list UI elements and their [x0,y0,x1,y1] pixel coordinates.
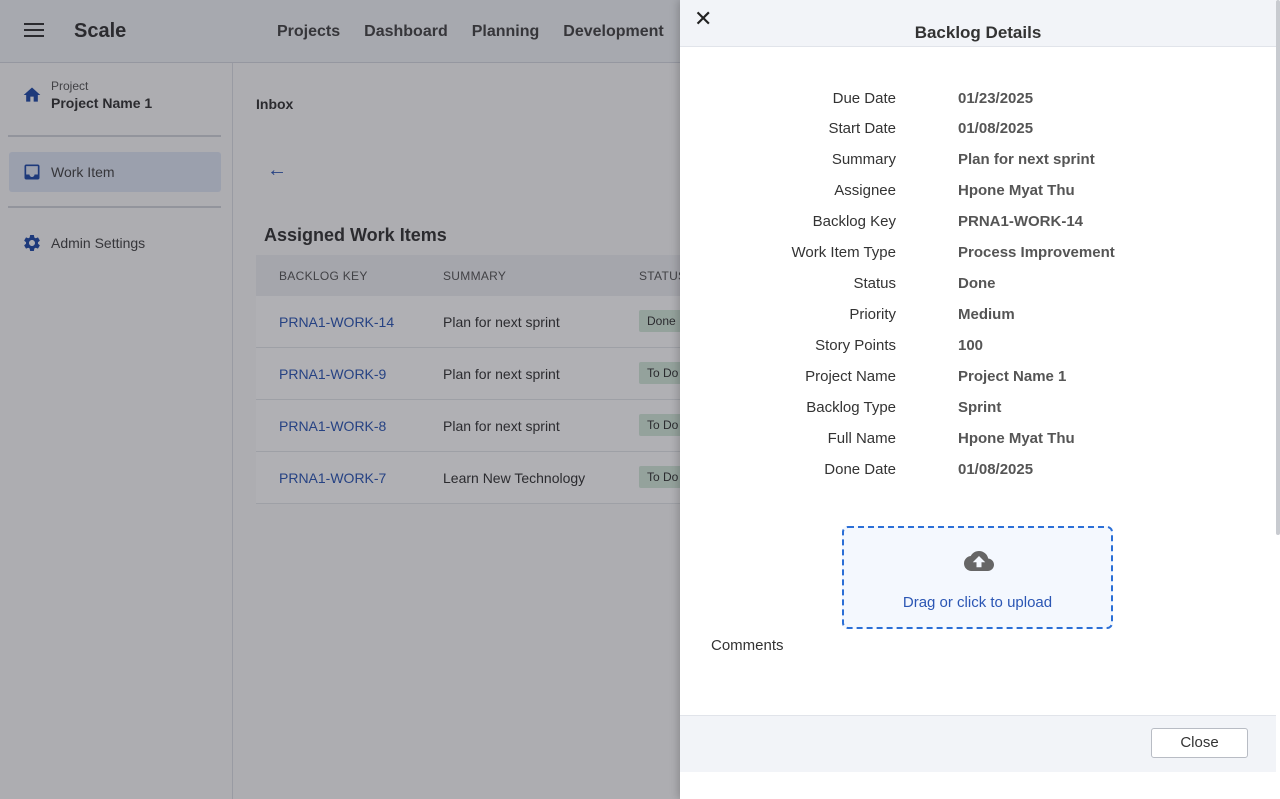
file-upload-dropzone[interactable]: Drag or click to upload [842,526,1113,629]
detail-value: Plan for next sprint [958,151,1095,168]
detail-row-assignee: Assignee Hpone Myat Thu [680,182,1276,206]
detail-value: 01/08/2025 [958,461,1034,478]
drawer-scrollbar[interactable] [1276,0,1280,535]
detail-row-status: Status Done [680,275,1276,299]
detail-value: Medium [958,306,1015,323]
detail-value: PRNA1-WORK-14 [958,213,1084,230]
detail-row-summary: Summary Plan for next sprint [680,151,1276,175]
drawer-title: Backlog Details [914,23,1042,42]
drawer-header: ✕ Backlog Details [680,0,1276,47]
detail-value: Sprint [958,399,1002,416]
detail-label: Summary [831,151,896,168]
detail-value: 01/23/2025 [958,90,1034,107]
detail-value: 100 [958,337,984,354]
detail-row-full-name: Full Name Hpone Myat Thu [680,430,1276,454]
upload-label: Drag or click to upload [902,594,1053,611]
detail-label: Work Item Type [791,244,896,261]
drawer-footer: Close [680,715,1276,772]
detail-value: 01/08/2025 [958,120,1034,137]
detail-value: Hpone Myat Thu [958,182,1075,199]
detail-row-project-name: Project Name Project Name 1 [680,368,1276,392]
detail-row-done-date: Done Date 01/08/2025 [680,461,1276,485]
detail-value: Project Name 1 [958,368,1067,385]
detail-label: Assignee [834,182,896,199]
detail-value: Hpone Myat Thu [958,430,1075,447]
detail-label: Backlog Type [806,399,896,416]
detail-label: Start Date [828,120,896,137]
backlog-details-drawer: ✕ Backlog Details Due Date 01/23/2025 St… [680,0,1280,799]
detail-row-backlog-type: Backlog Type Sprint [680,399,1276,423]
detail-value: Done [958,275,996,292]
detail-row-work-item-type: Work Item Type Process Improvement [680,244,1276,268]
detail-row-backlog-key: Backlog Key PRNA1-WORK-14 [680,213,1276,237]
modal-backdrop[interactable] [0,0,680,799]
detail-label: Done Date [824,461,896,478]
cloud-upload-icon [964,551,994,571]
detail-label: Status [853,275,896,292]
detail-row-start-date: Start Date 01/08/2025 [680,120,1276,144]
detail-label: Project Name [805,368,896,385]
close-button[interactable]: Close [1151,728,1248,758]
detail-value: Process Improvement [958,244,1115,261]
detail-label: Backlog Key [812,213,896,230]
detail-label: Full Name [827,430,896,447]
detail-label: Priority [849,306,896,323]
detail-row-story-points: Story Points 100 [680,337,1276,361]
detail-row-priority: Priority Medium [680,306,1276,330]
comments-label: Comments [711,637,784,654]
detail-label: Due Date [832,90,896,107]
detail-label: Story Points [815,337,896,354]
detail-row-due-date: Due Date 01/23/2025 [680,90,1276,114]
